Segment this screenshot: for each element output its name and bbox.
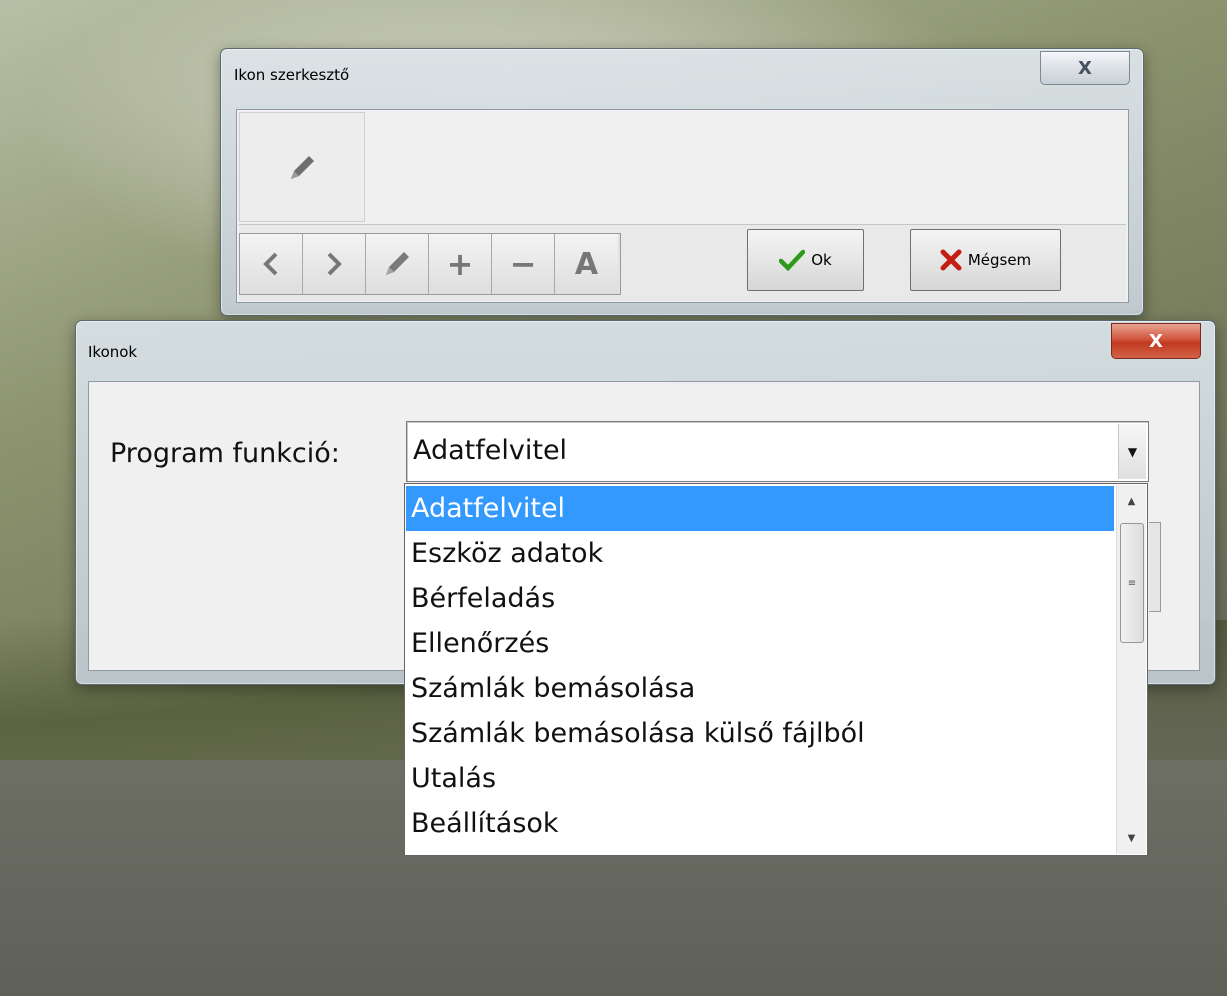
ok-button[interactable]: Ok [747,229,864,291]
cancel-button[interactable]: Mégsem [910,229,1061,291]
program-function-value: Adatfelvitel [413,435,568,466]
icon-editor-toolbar: + − A Ok Mégsem [239,224,1126,301]
icon-editor-close-button[interactable]: X [1040,51,1130,85]
scrollbar-thumb[interactable]: ≡ [1120,523,1144,643]
scroll-up-arrow-icon[interactable]: ▲ [1117,485,1146,517]
icon-editor-client: + − A Ok Mégsem [236,109,1129,303]
icon-tool-group: + − A [239,233,621,295]
dropdown-option[interactable]: Eszköz adatok [406,531,1114,576]
next-icon-button[interactable] [303,234,366,294]
edit-icon-button[interactable] [366,234,429,294]
scroll-down-arrow-icon[interactable]: ▼ [1117,822,1146,854]
pencil-icon [386,252,409,275]
icons-dialog-close-button[interactable]: X [1111,323,1201,359]
program-function-select[interactable]: Adatfelvitel ▼ [406,421,1149,482]
cancel-button-label: Mégsem [967,251,1032,269]
chevron-down-icon: ▼ [1127,444,1138,459]
cross-icon [940,249,962,271]
remove-icon-button[interactable]: − [492,234,555,294]
add-icon-button[interactable]: + [429,234,492,294]
ok-button-label: Ok [811,251,832,269]
icon-editor-title: Ikon szerkesztő [234,66,350,84]
dropdown-option[interactable]: Számlák bemásolása külső fájlból [406,711,1114,756]
icon-preview-cell[interactable] [239,112,365,222]
pencil-icon [291,156,314,179]
program-function-label: Program funkció: [110,438,340,469]
checkmark-icon [779,249,806,271]
dropdown-arrow-button[interactable]: ▼ [1118,424,1146,479]
dropdown-option[interactable]: Bérfeladás [406,576,1114,621]
obscured-button-edge [1149,522,1161,612]
dropdown-scrollbar[interactable]: ▲ ≡ ▼ [1116,485,1146,854]
text-icon-button[interactable]: A [555,234,618,294]
chevron-left-icon [263,252,278,276]
dropdown-option[interactable]: Beállítások [406,801,1114,846]
dropdown-option[interactable]: Ellenőrzés [406,621,1114,666]
icon-editor-window: Ikon szerkesztő X + − A Ok Mégsem [220,48,1144,316]
chevron-right-icon [327,252,342,276]
icons-dialog-title: Ikonok [88,343,138,361]
program-function-dropdown-list[interactable]: Adatfelvitel Eszköz adatok Bérfeladás El… [404,483,1148,856]
prev-icon-button[interactable] [240,234,303,294]
dropdown-option[interactable]: Utalás [406,756,1114,801]
dropdown-option[interactable]: Adatfelvitel [406,486,1114,531]
dropdown-option[interactable]: Számlák bemásolása [406,666,1114,711]
